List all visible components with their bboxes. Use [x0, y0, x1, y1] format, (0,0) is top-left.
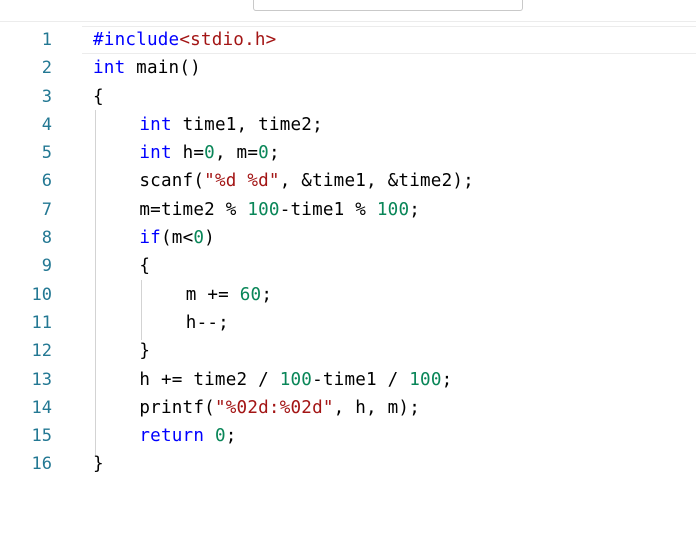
code-token-plain: ; [268, 143, 280, 164]
code-token-plain: -time1 / [312, 369, 410, 390]
code-line-4[interactable]: 4 int time1, time2; [0, 111, 696, 139]
code-line-5[interactable]: 5 int h=0, m=0; [0, 139, 696, 167]
line-number: 14 [31, 397, 52, 418]
code-token-plain: { [139, 256, 151, 277]
code-token-num: 60 [239, 284, 262, 305]
code-text: #include<stdio.h> [93, 26, 276, 54]
code-token-num: 100 [279, 369, 313, 390]
line-number: 9 [41, 256, 52, 277]
line-number: 13 [31, 369, 52, 390]
code-line-3[interactable]: 3{ [0, 83, 696, 111]
code-token-plain: h += time2 / [139, 369, 280, 390]
code-text: return 0; [139, 422, 236, 450]
code-token-plain: h= [171, 143, 205, 164]
line-number: 4 [41, 114, 52, 135]
code-token-kw: #include [93, 30, 180, 50]
code-token-plain: h--; [185, 312, 229, 333]
code-token-num: 100 [409, 369, 442, 390]
code-token-str: "%02d:%02d" [214, 397, 334, 418]
code-text: scanf("%d %d", &time1, &time2); [139, 167, 474, 195]
code-token-num: 0 [204, 143, 215, 164]
code-token-num: 0 [258, 143, 269, 164]
code-line-1[interactable]: 1 #include<stdio.h> [0, 26, 696, 54]
code-text: printf("%02d:%02d", h, m); [139, 394, 420, 422]
code-token-plain: main() [125, 58, 201, 79]
code-token-kw: return [139, 426, 205, 447]
editor-top-border [0, 21, 696, 22]
code-token-plain: scanf( [139, 171, 205, 192]
line-number: 15 [31, 426, 52, 447]
code-token-plain: m=time2 % [139, 199, 248, 220]
code-token-plain: ; [409, 199, 421, 220]
code-token-kw: int [93, 58, 126, 79]
code-text: h--; [186, 309, 229, 337]
code-token-num: 0 [214, 426, 226, 447]
line-number: 10 [31, 284, 52, 305]
code-text: int time1, time2; [139, 111, 322, 139]
code-token-str: <stdio.h> [179, 30, 277, 50]
code-text: { [139, 252, 150, 280]
code-token-plain: printf( [139, 397, 215, 418]
code-line-7[interactable]: 7 m=time2 % 100-time1 % 100; [0, 196, 696, 224]
line-number: 12 [31, 341, 52, 362]
code-text: int main() [93, 54, 201, 82]
code-token-plain: , m= [214, 143, 259, 164]
code-line-6[interactable]: 6 scanf("%d %d", &time1, &time2); [0, 167, 696, 195]
code-token-num: 0 [193, 228, 205, 249]
code-token-plain: } [139, 341, 151, 362]
code-text: m += 60; [186, 281, 272, 309]
code-token-plain: } [93, 454, 104, 475]
code-text: if(m<0) [139, 224, 215, 252]
code-line-14[interactable]: 14 printf("%02d:%02d", h, m); [0, 394, 696, 422]
line-number: 6 [41, 171, 52, 192]
code-token-plain: time1, time2; [171, 114, 323, 135]
code-token-kw: if [139, 228, 161, 249]
find-widget-edge [253, 0, 523, 11]
code-token-kw: int [139, 143, 172, 164]
code-line-15[interactable]: 15 return 0; [0, 422, 696, 450]
code-token-plain: ; [441, 369, 453, 390]
code-token-plain: -time1 % [279, 199, 377, 220]
code-text: { [93, 83, 104, 111]
code-token-kw: int [139, 114, 172, 135]
code-text: h += time2 / 100-time1 / 100; [139, 366, 452, 394]
code-token-plain: ; [261, 284, 273, 305]
code-token-plain: (m< [160, 228, 194, 249]
code-token-num: 100 [247, 199, 280, 220]
code-line-16[interactable]: 16} [0, 450, 696, 478]
line-number: 2 [41, 58, 52, 79]
line-number: 7 [41, 199, 52, 220]
line-number: 1 [41, 30, 52, 50]
code-line-9[interactable]: 9{ [0, 252, 696, 280]
line-number: 5 [41, 143, 52, 164]
code-line-12[interactable]: 12} [0, 337, 696, 365]
code-line-11[interactable]: 11 h--; [0, 309, 696, 337]
code-line-10[interactable]: 10 m += 60; [0, 281, 696, 309]
code-line-13[interactable]: 13 h += time2 / 100-time1 / 100; [0, 366, 696, 394]
code-token-str: "%d %d" [204, 171, 280, 192]
line-number: 16 [31, 454, 52, 475]
code-line-2[interactable]: 2 int main() [0, 54, 696, 82]
line-number: 8 [41, 228, 52, 249]
line-number: 11 [31, 312, 52, 333]
code-text: } [139, 337, 150, 365]
code-text: m=time2 % 100-time1 % 100; [139, 196, 420, 224]
code-token-plain: , &time1, &time2); [279, 171, 474, 192]
code-text: } [93, 450, 104, 478]
code-text: int h=0, m=0; [139, 139, 279, 167]
code-token-plain: ) [204, 228, 215, 249]
line-number: 3 [41, 86, 52, 107]
code-token-plain: m += [185, 284, 240, 305]
code-token-num: 100 [376, 199, 410, 220]
code-token-plain: , h, m); [333, 397, 420, 418]
code-editor[interactable]: 1 #include<stdio.h> 2 int main() 3{4 int time… [0, 26, 696, 479]
code-line-8[interactable]: 8 if(m<0) [0, 224, 696, 252]
code-token-plain: ; [225, 426, 237, 447]
code-token-plain: { [93, 86, 104, 107]
